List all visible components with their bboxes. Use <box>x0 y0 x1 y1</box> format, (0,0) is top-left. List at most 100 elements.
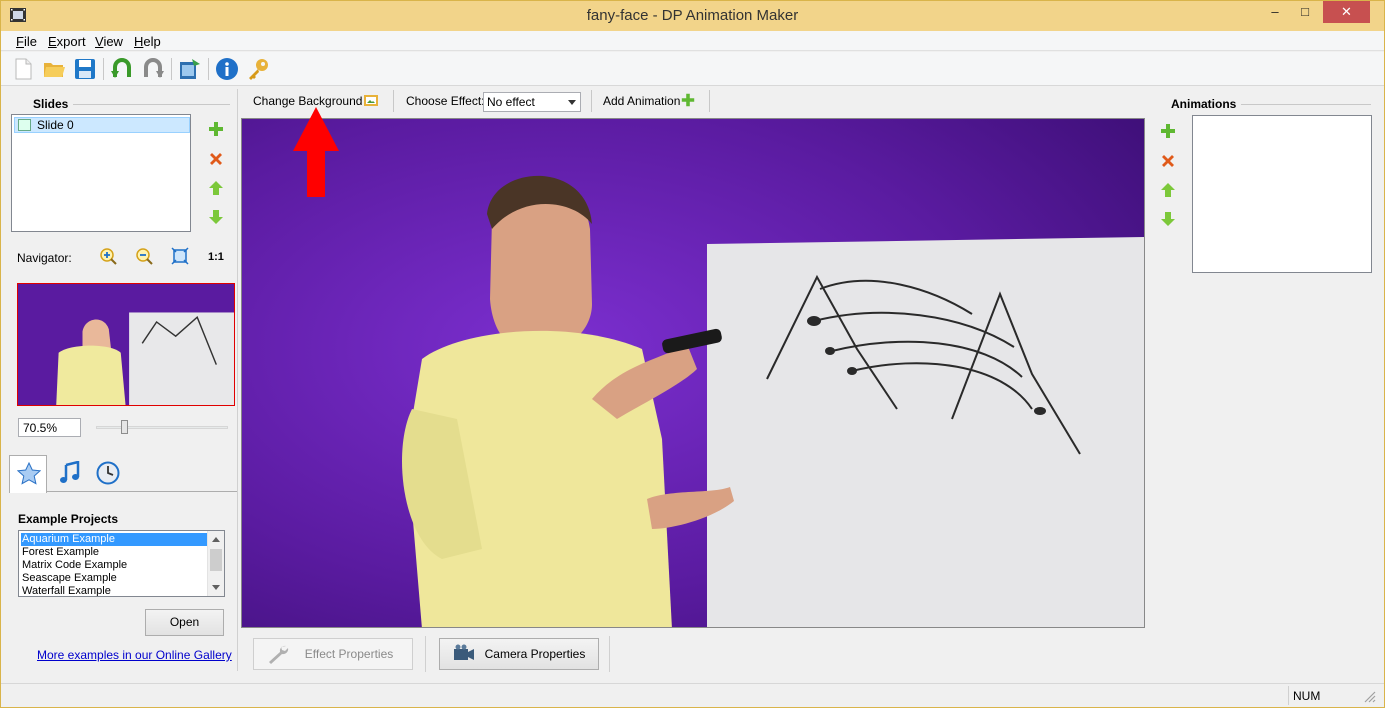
export-video-icon[interactable] <box>178 57 202 81</box>
slides-title: Slides <box>33 97 69 111</box>
music-note-icon <box>60 461 80 483</box>
close-button[interactable]: ✕ <box>1323 1 1370 23</box>
toolbar-separator <box>208 58 209 80</box>
delete-slide-button[interactable] <box>207 150 225 168</box>
menu-view[interactable]: View <box>95 34 123 49</box>
menu-export[interactable]: Export <box>48 34 86 49</box>
move-slide-up-button[interactable] <box>207 179 225 197</box>
background-image <box>242 119 1144 627</box>
scroll-up-icon[interactable] <box>212 537 220 542</box>
save-disk-icon[interactable] <box>73 57 97 81</box>
zoom-slider-thumb[interactable] <box>121 420 128 434</box>
example-projects-title: Example Projects <box>18 512 119 526</box>
menu-help[interactable]: Help <box>134 34 161 49</box>
redo-icon[interactable] <box>141 57 165 81</box>
slide-item-label: Slide 0 <box>37 118 74 132</box>
library-tabs <box>9 455 237 493</box>
menu-bar: File Export View Help <box>1 31 1384 51</box>
chevron-down-icon <box>568 100 576 105</box>
open-example-button[interactable]: Open <box>145 609 224 636</box>
delete-x-icon <box>210 153 222 165</box>
slide-item[interactable]: Slide 0 <box>14 117 190 133</box>
resize-grip-icon[interactable] <box>1363 690 1377 704</box>
fit-to-window-icon[interactable] <box>171 247 189 265</box>
effect-properties-label: Effect Properties <box>304 647 394 661</box>
camera-icon <box>454 644 474 660</box>
background-toolbar: Change Background Choose Effect: Add Ani… <box>241 89 1146 115</box>
menu-file[interactable]: File <box>16 34 37 49</box>
delete-animation-button[interactable] <box>1159 152 1177 170</box>
effect-select[interactable]: No effect <box>483 92 581 112</box>
tab-music[interactable] <box>51 455 89 492</box>
actual-size-button[interactable]: 1:1 <box>208 251 224 263</box>
move-animation-up-button[interactable] <box>1159 181 1177 199</box>
info-icon[interactable] <box>215 57 239 81</box>
effect-properties-button[interactable]: Effect Properties <box>253 638 413 670</box>
arrow-up-icon <box>1161 183 1175 197</box>
zoom-in-icon[interactable] <box>99 247 117 265</box>
clock-icon <box>96 461 120 485</box>
examples-scrollbar[interactable] <box>207 531 224 596</box>
tab-effects[interactable] <box>9 455 47 493</box>
zoom-percent-field[interactable]: 70.5% <box>18 418 81 437</box>
camera-properties-button[interactable]: Camera Properties <box>439 638 599 670</box>
num-lock-indicator: NUM <box>1288 686 1348 705</box>
button-divider <box>609 636 610 672</box>
move-animation-down-button[interactable] <box>1159 210 1177 228</box>
toolbar-separator <box>103 58 104 80</box>
toolbar-separator <box>709 90 710 112</box>
navigator-label: Navigator: <box>17 251 72 265</box>
move-slide-down-button[interactable] <box>207 208 225 226</box>
button-divider <box>425 636 426 672</box>
minimize-button[interactable]: – <box>1261 1 1289 23</box>
slides-list[interactable]: Slide 0 <box>11 114 191 232</box>
undo-icon[interactable] <box>110 57 134 81</box>
left-panel-divider <box>237 89 238 671</box>
toolbar-separator <box>591 90 592 112</box>
new-file-icon[interactable] <box>11 57 35 81</box>
key-icon[interactable] <box>246 57 270 81</box>
camera-properties-label: Camera Properties <box>484 647 586 661</box>
annotation-arrow-icon <box>293 107 339 197</box>
effect-select-value: No effect <box>487 95 535 109</box>
wrench-icon <box>269 645 289 664</box>
online-gallery-link[interactable]: More examples in our Online Gallery <box>37 648 232 662</box>
main-canvas[interactable] <box>241 118 1145 628</box>
animations-list[interactable] <box>1192 115 1372 273</box>
plus-icon[interactable] <box>680 92 696 108</box>
zoom-out-icon[interactable] <box>135 247 153 265</box>
app-window: fany-face - DP Animation Maker – □ ✕ Fil… <box>0 0 1385 708</box>
list-item[interactable]: Seascape Example <box>21 572 207 585</box>
arrow-up-icon <box>209 181 223 195</box>
plus-icon <box>209 122 223 136</box>
list-item[interactable]: Matrix Code Example <box>21 559 207 572</box>
slide-thumbnail-icon <box>18 119 31 131</box>
add-slide-button[interactable] <box>207 120 225 138</box>
list-item[interactable]: Waterfall Example <box>21 585 207 596</box>
status-bar: NUM <box>1 683 1384 707</box>
choose-effect-label: Choose Effect: <box>406 94 485 108</box>
navigator-preview[interactable] <box>17 283 235 406</box>
main-toolbar <box>1 52 1384 86</box>
arrow-down-icon <box>1161 212 1175 226</box>
open-folder-icon[interactable] <box>42 57 66 81</box>
add-animation-button[interactable]: Add Animation <box>603 94 680 108</box>
maximize-button[interactable]: □ <box>1291 1 1319 23</box>
example-projects-list[interactable]: Aquarium Example Forest Example Matrix C… <box>18 530 225 597</box>
window-title: fany-face - DP Animation Maker <box>586 7 799 24</box>
plus-icon <box>1161 124 1175 138</box>
delete-x-icon <box>1162 155 1174 167</box>
scroll-down-icon[interactable] <box>212 585 220 590</box>
tab-timing[interactable] <box>89 455 127 492</box>
picture-folder-icon[interactable] <box>363 92 379 108</box>
title-bar: fany-face - DP Animation Maker – □ ✕ <box>1 1 1384 31</box>
scroll-thumb[interactable] <box>210 549 222 571</box>
star-icon <box>17 462 41 485</box>
toolbar-separator <box>171 58 172 80</box>
arrow-down-icon <box>209 210 223 224</box>
list-item[interactable]: Aquarium Example <box>21 533 207 546</box>
add-animation-side-button[interactable] <box>1159 122 1177 140</box>
slides-divider <box>73 104 230 105</box>
list-item[interactable]: Forest Example <box>21 546 207 559</box>
zoom-slider-track[interactable] <box>96 426 228 429</box>
